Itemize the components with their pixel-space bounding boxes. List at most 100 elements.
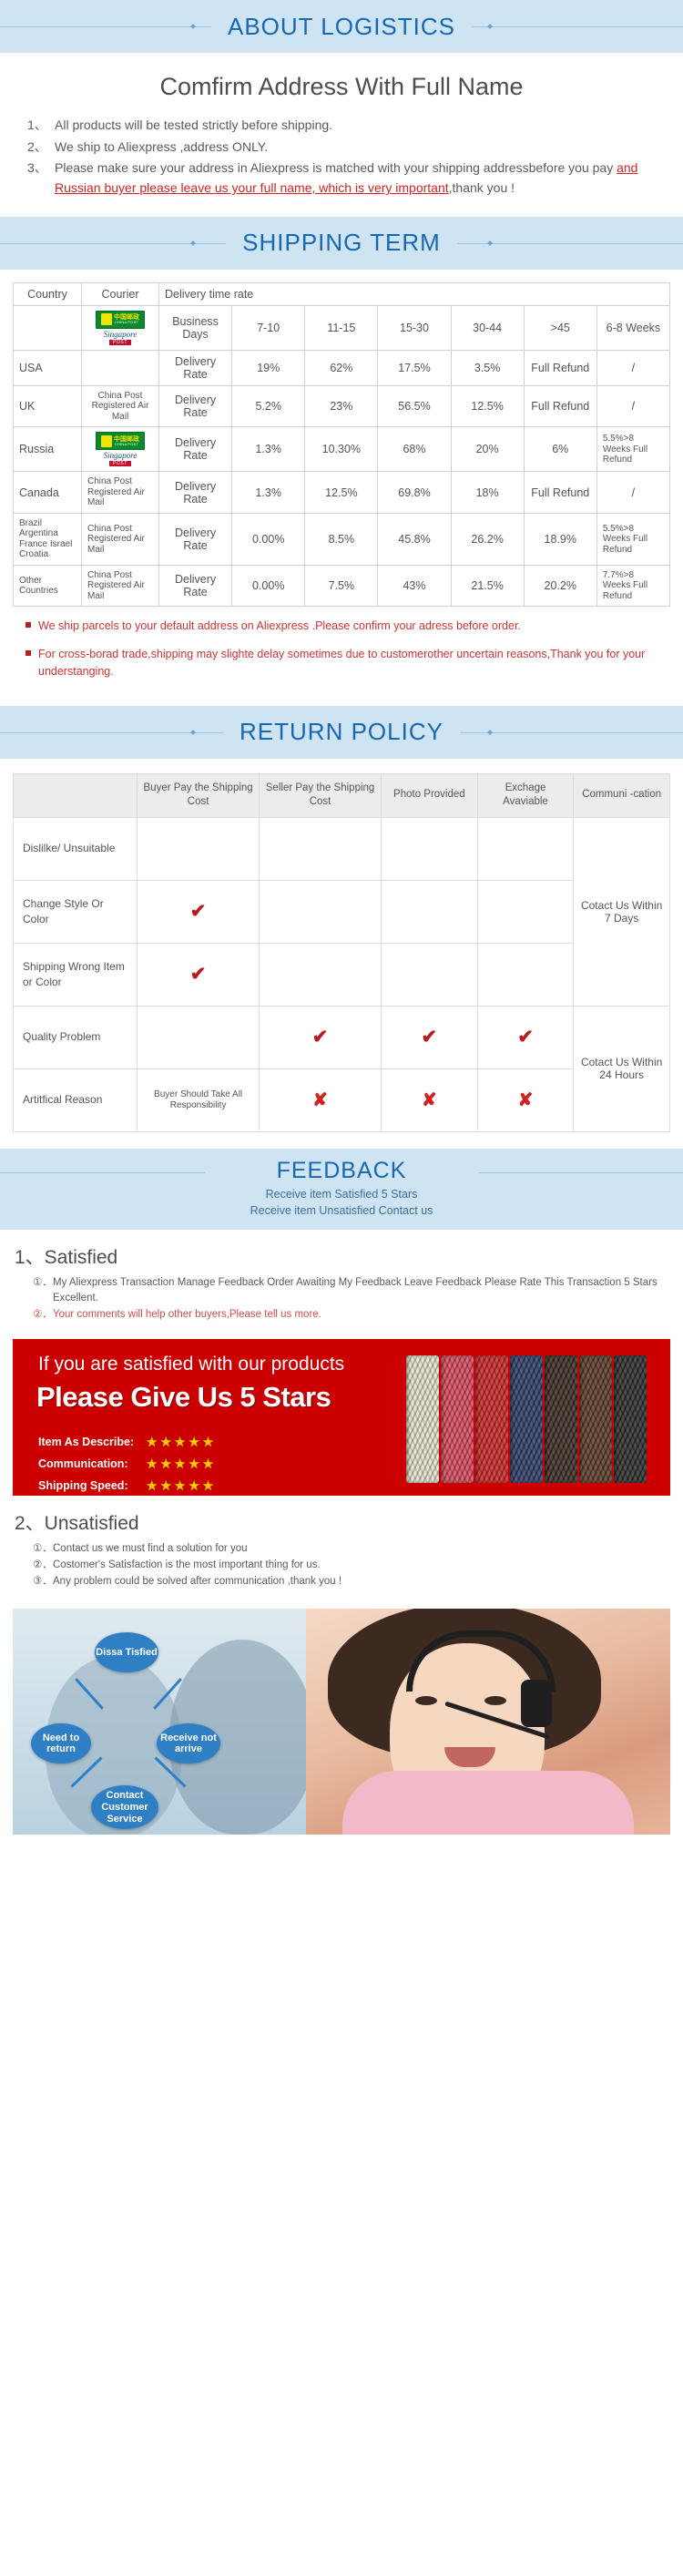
- cell-exchange: ✘: [476, 1068, 575, 1132]
- cell-value-1: 10.30%: [304, 426, 379, 473]
- cell-bucket-2: 15-30: [377, 304, 452, 351]
- cell-courier: China Post Registered Air Mail: [81, 384, 159, 428]
- shipping-rate-table: Country Courier Delivery time rate 中国邮政 C…: [13, 281, 671, 608]
- banner-rule-right: [478, 1171, 683, 1173]
- table-header-row: Buyer Pay the Shipping Cost Seller Pay t…: [12, 772, 670, 818]
- banner-rule-right: [437, 26, 683, 27]
- china-post-mark-icon: [101, 434, 112, 447]
- rating-label: Shipping Speed:: [38, 1478, 128, 1492]
- cell-value-4: 18.9%: [523, 512, 597, 566]
- about-logistics-banner: ABOUT LOGISTICS: [0, 0, 683, 53]
- cell-rate-label: Delivery Rate: [158, 471, 233, 514]
- cell-value-2: 43%: [377, 564, 452, 608]
- promo-line-1: If you are satisfied with our products: [38, 1353, 345, 1375]
- header-photo-provided: Photo Provided: [381, 772, 478, 818]
- unsatisfied-item-3-number: ③．: [33, 1576, 53, 1588]
- feedback-title: FEEDBACK: [276, 1157, 407, 1183]
- cell-photo: [381, 942, 478, 1007]
- cell-value-0: 0.00%: [231, 512, 306, 566]
- header-delivery-time-rate: Delivery time rate: [158, 281, 670, 306]
- table-row: Change Style Or Color ✔: [12, 879, 670, 944]
- cell-courier-logos: 中国邮政 CHINA POST Singapore POST: [81, 304, 159, 351]
- cell-country: Other Countries: [13, 564, 82, 608]
- banner-diamond-right-icon: [487, 729, 493, 735]
- rating-row-item-as-describe: Item As Describe: ★★★★★: [38, 1434, 216, 1450]
- cell-value-0: 1.3%: [231, 426, 306, 473]
- cell-photo: ✘: [381, 1068, 478, 1132]
- banner-rule-right: [437, 242, 683, 244]
- cell-courier: China Post Registered Air Mail: [81, 564, 159, 608]
- rating-row-communication: Communication: ★★★★★: [38, 1456, 216, 1472]
- check-icon: ✔: [189, 964, 207, 986]
- cell-courier-logos: 中国邮政 CHINA POST Singapore POST: [81, 426, 159, 473]
- cell-value-1: 23%: [304, 384, 379, 428]
- banner-diamond-left-icon: [190, 240, 196, 246]
- wallet-navy: [510, 1354, 543, 1483]
- cell-buyer-pay: Buyer Should Take All Responsibility: [137, 1068, 260, 1132]
- banner-rule-left: [0, 731, 246, 733]
- cell-courier: [81, 349, 159, 386]
- row-label-change-style: Change Style Or Color: [12, 879, 138, 944]
- cell-value-1: 7.5%: [304, 564, 379, 608]
- cell-buyer-pay: ✔: [137, 879, 260, 944]
- cell-value-5: 5.5%>8 Weeks Full Refund: [596, 426, 671, 473]
- satisfied-item-2-number: ②．: [33, 1309, 53, 1321]
- cross-icon: ✘: [312, 1089, 328, 1110]
- cell-seller-pay: [259, 942, 382, 1007]
- cell-value-3: 12.5%: [450, 384, 525, 428]
- return-table-head: Buyer Pay the Shipping Cost Seller Pay t…: [12, 772, 670, 818]
- shipping-term-title: SHIPPING TERM: [226, 229, 457, 258]
- header-seller-pay: Seller Pay the Shipping Cost: [259, 772, 382, 818]
- wallet-pink: [441, 1354, 474, 1483]
- feedback-subtitle-1: Receive item Satisfied 5 Stars: [265, 1187, 418, 1201]
- satisfied-heading: 1、Satisfied: [15, 1246, 118, 1268]
- wallet-darkbrown: [545, 1354, 577, 1483]
- cell-country-blank: [13, 304, 82, 351]
- unsatisfied-item-3-text: Any problem could be solved after commun…: [53, 1576, 342, 1588]
- cell-country: Canada: [13, 471, 82, 514]
- return-policy-banner: RETURN POLICY: [0, 705, 683, 759]
- cell-business-days-label: Business Days: [158, 304, 233, 351]
- wallet-brown: [579, 1354, 612, 1483]
- table-header-row: Country Courier Delivery time rate: [13, 281, 670, 306]
- product-description-page: ABOUT LOGISTICS Comfirm Address With Ful…: [0, 0, 683, 1847]
- cell-value-3: 21.5%: [450, 564, 525, 608]
- cell-value-3: 3.5%: [450, 349, 525, 386]
- check-icon: ✔: [189, 901, 207, 923]
- cell-value-0: 5.2%: [231, 384, 306, 428]
- promo-line-2: Please Give Us 5 Stars: [36, 1380, 331, 1413]
- banner-diamond-right-icon: [487, 240, 493, 246]
- shipping-note-2: For cross-borad trade,shipping may sligh…: [24, 646, 667, 680]
- unsatisfied-item-2-number: ②．: [33, 1559, 53, 1570]
- table-row: Shipping Wrong Item or Color ✔: [12, 942, 670, 1007]
- banner-rule-left: [0, 26, 246, 27]
- singapore-post-logo-icon: Singapore POST: [96, 330, 145, 345]
- return-policy-title: RETURN POLICY: [223, 718, 460, 746]
- banner-rule-right: [437, 731, 683, 733]
- agent-shirt: [342, 1771, 634, 1835]
- support-agent-photo: [306, 1609, 670, 1835]
- cell-exchange: [476, 879, 575, 944]
- cell-seller-pay: [259, 879, 382, 944]
- bubble-receive-not-arrive: Receive not arrive: [157, 1723, 220, 1764]
- cell-country: USA: [13, 349, 82, 386]
- return-policy-table: Buyer Pay the Shipping Cost Seller Pay t…: [12, 772, 670, 1132]
- cell-value-2: 68%: [377, 426, 452, 473]
- china-post-wordmark: 中国邮政 CHINA POST: [114, 314, 139, 325]
- satisfied-list: ①． My Aliexpress Transaction Manage Feed…: [0, 1275, 683, 1334]
- wallet-beige: [406, 1354, 439, 1483]
- singapore-post-badge: POST: [108, 461, 131, 467]
- cell-value-0: 1.3%: [231, 471, 306, 514]
- china-post-logo-icon: 中国邮政 CHINA POST: [96, 432, 145, 451]
- cell-value-4: 6%: [523, 426, 597, 473]
- china-post-mark-icon: [101, 313, 112, 326]
- cell-value-0: 0.00%: [231, 564, 306, 608]
- shipping-note-1: We ship parcels to your default address …: [24, 618, 667, 635]
- return-table-wrapper: Buyer Pay the Shipping Cost Seller Pay t…: [0, 759, 683, 1149]
- about-note-3-text-part2: ,thank you !: [448, 180, 515, 196]
- cell-value-2: 17.5%: [377, 349, 452, 386]
- banner-rule-left: [0, 1171, 205, 1173]
- customer-service-photo: Dissa Tisfied Need to return Receive not…: [13, 1609, 670, 1835]
- cell-seller-pay: ✔: [259, 1005, 382, 1069]
- cell-courier: China Post Registered Air Mail: [81, 471, 159, 514]
